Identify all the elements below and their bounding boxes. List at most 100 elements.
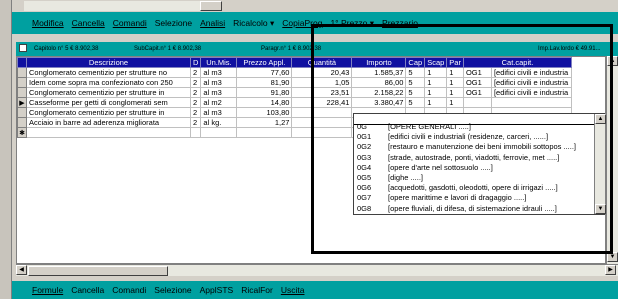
menu-cancella[interactable]: Cancella xyxy=(72,18,105,28)
vertical-scrollbar[interactable]: ▲ ▼ xyxy=(606,56,618,264)
row-selector[interactable] xyxy=(17,87,27,98)
dropdown-option[interactable]: 0G3 [strade, autostrade, ponti, viadotti,… xyxy=(354,153,594,163)
scroll-left-icon[interactable]: ◀ xyxy=(16,265,27,275)
cell-scap[interactable]: 1 xyxy=(424,97,448,108)
cell-cat-desc[interactable]: [edifici civili e industria xyxy=(490,67,572,78)
cell-quantita[interactable] xyxy=(291,127,353,138)
cell-unmis[interactable]: al m3 xyxy=(200,107,238,118)
cell-cap[interactable]: 5 xyxy=(405,87,426,98)
horizontal-scrollbar-thumb[interactable] xyxy=(28,266,168,276)
cell-importo[interactable]: 86,00 xyxy=(351,77,407,88)
cell-cat-desc[interactable]: [edifici civili e industria xyxy=(490,77,572,88)
table-row[interactable]: ▶ Casseforme per getti di conglomerati se… xyxy=(17,97,572,108)
col-quantita[interactable]: Quantità xyxy=(291,57,353,68)
menu-analisi[interactable]: Analisi xyxy=(200,18,225,28)
menu-prezzario[interactable]: Prezzario xyxy=(382,18,418,28)
cell-descrizione[interactable]: Idem come sopra ma confezionato con 250 xyxy=(26,77,191,88)
cell-cat-code[interactable]: OG1 xyxy=(462,67,492,78)
dropdown-option[interactable]: 0G2 [restauro e manutenzione dei beni imm… xyxy=(354,142,594,152)
cell-prezzo-appl[interactable]: 103,80 xyxy=(236,107,293,118)
cell-prezzo-appl[interactable]: 91,80 xyxy=(236,87,293,98)
dropdown-scroll-up-icon[interactable]: ▲ xyxy=(595,114,606,124)
menu-modifica[interactable]: Modifica xyxy=(32,18,64,28)
scroll-up-icon[interactable]: ▲ xyxy=(607,56,618,66)
cell-quantita[interactable]: 20,43 xyxy=(291,67,353,78)
cell-scap[interactable]: 1 xyxy=(424,77,448,88)
cell-descrizione[interactable]: Conglomerato cementizio per strutture in xyxy=(26,107,191,118)
table-row[interactable]: Idem come sopra ma confezionato con 250 2… xyxy=(17,77,572,88)
table-row[interactable]: Conglomerato cementizio per strutture in… xyxy=(17,87,572,98)
cell-cap[interactable]: 5 xyxy=(405,67,426,78)
menu-uscita[interactable]: Uscita xyxy=(281,285,305,295)
top-scrollbar-thumb[interactable] xyxy=(200,1,222,11)
cell-d[interactable]: 2 xyxy=(189,67,202,78)
cell-quantita[interactable]: 1,05 xyxy=(291,77,353,88)
cell-descrizione[interactable] xyxy=(26,127,191,138)
top-scrollbar-track[interactable] xyxy=(24,1,200,11)
cell-par[interactable]: 1 xyxy=(446,87,464,98)
dropdown-option[interactable]: 0G4 [opere d'arte nel sottosuolo .....] xyxy=(354,163,594,173)
cell-quantita[interactable] xyxy=(291,107,353,118)
col-par[interactable]: Par xyxy=(446,57,464,68)
top-scrollbar[interactable] xyxy=(12,0,618,12)
cell-prezzo-appl[interactable]: 1,27 xyxy=(236,117,293,128)
cell-cat-code[interactable]: OG1 xyxy=(462,77,492,88)
table-row[interactable]: Conglomerato cementizio per strutture no… xyxy=(17,67,572,78)
cell-scap[interactable]: 1 xyxy=(424,87,448,98)
dropdown-scroll-down-icon[interactable]: ▼ xyxy=(595,204,606,214)
cell-unmis[interactable]: al m3 xyxy=(200,87,238,98)
cell-cat-code[interactable] xyxy=(462,97,492,108)
col-prezzo-appl[interactable]: Prezzo Appl. xyxy=(236,57,293,68)
cell-unmis[interactable]: al kg. xyxy=(200,117,238,128)
menu-ricalfor[interactable]: RicalFor xyxy=(241,285,273,295)
cell-descrizione[interactable]: Conglomerato cementizio per strutture in xyxy=(26,87,191,98)
row-selector[interactable] xyxy=(17,67,27,78)
menu-comandi[interactable]: Comandi xyxy=(113,18,147,28)
col-d[interactable]: D xyxy=(189,57,202,68)
horizontal-scrollbar[interactable]: ◀ ▶ xyxy=(16,264,618,276)
menu-cancella-bottom[interactable]: Cancella xyxy=(71,285,104,295)
scroll-down-icon[interactable]: ▼ xyxy=(607,252,618,262)
cell-d[interactable]: 2 xyxy=(189,87,202,98)
cell-importo[interactable]: 2.158,22 xyxy=(351,87,407,98)
cell-unmis[interactable]: al m3 xyxy=(200,77,238,88)
cell-quantita[interactable]: 23,51 xyxy=(291,87,353,98)
cell-d[interactable]: 2 xyxy=(189,97,202,108)
menu-formule[interactable]: Formule xyxy=(32,285,63,295)
cell-unmis[interactable]: al m3 xyxy=(200,67,238,78)
menu-primo-prezzo[interactable]: 1° Prezzo ▾ xyxy=(330,18,374,29)
cell-cap[interactable]: 5 xyxy=(405,97,426,108)
menu-applsts[interactable]: ApplSTS xyxy=(200,285,234,295)
cell-par[interactable]: 1 xyxy=(446,67,464,78)
cell-descrizione[interactable]: Conglomerato cementizio per strutture no xyxy=(26,67,191,78)
cell-d[interactable] xyxy=(189,127,202,138)
cell-unmis[interactable]: al m2 xyxy=(200,97,238,108)
dropdown-option[interactable]: 0G8 [opere fluviali, di difesa, di sistem… xyxy=(354,204,594,214)
cell-quantita[interactable] xyxy=(291,117,353,128)
cell-prezzo-appl[interactable]: 81,90 xyxy=(236,77,293,88)
cell-unmis[interactable] xyxy=(200,127,238,138)
cell-d[interactable]: 2 xyxy=(189,107,202,118)
dropdown-option[interactable]: 0G6 [acquedotti, gasdotti, oleodotti, ope… xyxy=(354,183,594,193)
cell-par[interactable]: 1 xyxy=(446,97,464,108)
dropdown-option[interactable]: 0G5 [dighe .....] xyxy=(354,173,594,183)
cell-importo[interactable]: 1.585,37 xyxy=(351,67,407,78)
cell-cap[interactable]: 5 xyxy=(405,77,426,88)
row-selector[interactable] xyxy=(17,77,27,88)
cell-d[interactable]: 2 xyxy=(189,77,202,88)
row-selector[interactable] xyxy=(17,107,27,118)
cell-descrizione[interactable]: Casseforme per getti di conglomerati sem xyxy=(26,97,191,108)
col-cap[interactable]: Cap xyxy=(405,57,426,68)
cell-par[interactable]: 1 xyxy=(446,77,464,88)
cell-cat-code[interactable]: OG1 xyxy=(462,87,492,98)
col-importo[interactable]: Importo xyxy=(351,57,407,68)
cell-prezzo-appl[interactable] xyxy=(236,127,293,138)
cell-prezzo-appl[interactable]: 14,80 xyxy=(236,97,293,108)
row-selector[interactable]: ▶ xyxy=(17,97,27,108)
cell-d[interactable]: 2 xyxy=(189,117,202,128)
menu-comandi-bottom[interactable]: Comandi xyxy=(112,285,146,295)
dropdown-option[interactable]: 0G7 [opere marittime e lavori di dragaggi… xyxy=(354,193,594,203)
cell-importo[interactable]: 3.380,47 xyxy=(351,97,407,108)
menu-copiaprog[interactable]: CopiaProg xyxy=(282,18,322,28)
cell-cat-desc[interactable]: [edifici civili e industria xyxy=(490,87,572,98)
